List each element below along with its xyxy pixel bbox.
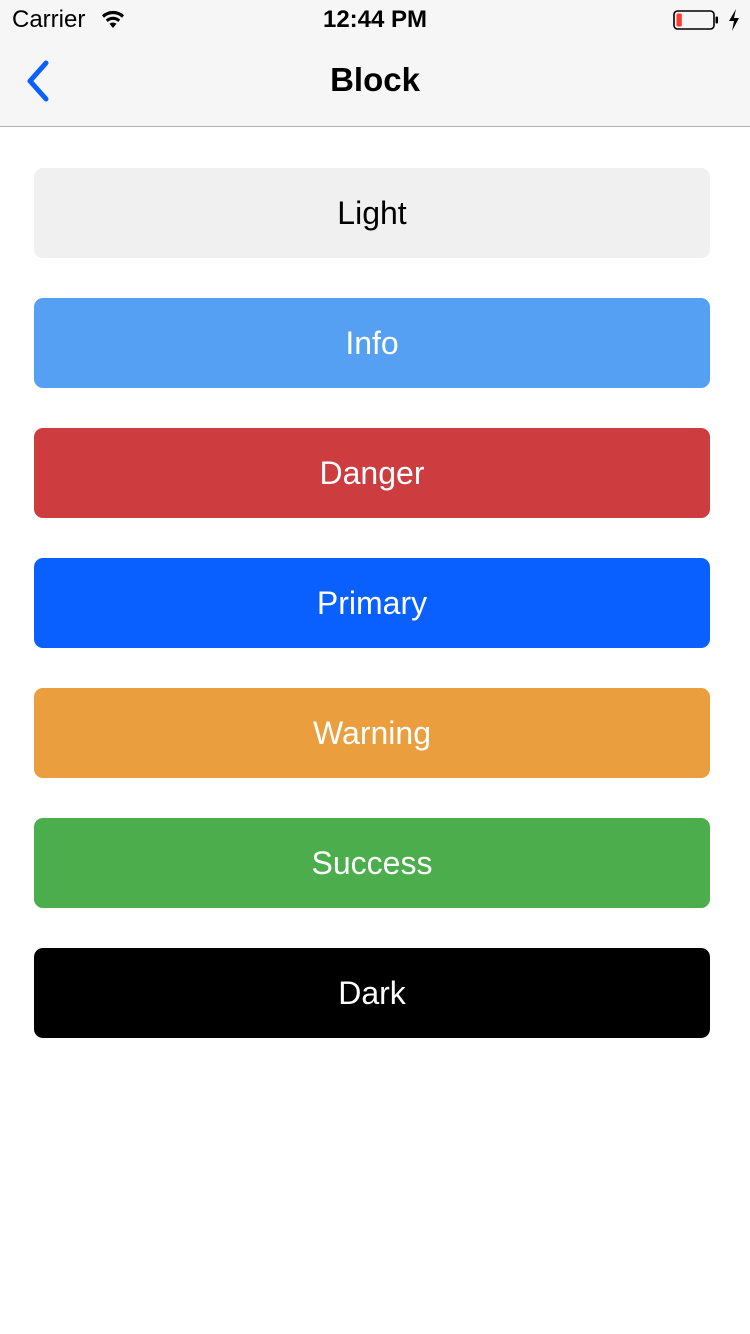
success-button[interactable]: Success	[34, 818, 710, 908]
info-button[interactable]: Info	[34, 298, 710, 388]
navigation-bar: Block	[0, 40, 750, 127]
danger-button[interactable]: Danger	[34, 428, 710, 518]
screen: Carrier 12:44 PM Block Light Info Danger…	[0, 0, 750, 1334]
warning-button[interactable]: Warning	[34, 688, 710, 778]
dark-button[interactable]: Dark	[34, 948, 710, 1038]
button-label: Danger	[319, 454, 425, 491]
charging-bolt-icon	[729, 9, 739, 31]
status-bar: Carrier 12:44 PM	[0, 0, 750, 40]
top-bar: Carrier 12:44 PM Block	[0, 0, 750, 127]
button-label: Light	[337, 194, 407, 231]
button-label: Warning	[313, 714, 431, 751]
page-title: Block	[330, 61, 420, 98]
button-label: Info	[345, 324, 399, 361]
status-time: 12:44 PM	[322, 6, 428, 33]
button-label: Primary	[316, 584, 428, 621]
battery-low-icon	[673, 10, 718, 30]
button-label: Dark	[338, 974, 406, 1011]
light-button[interactable]: Light	[34, 168, 710, 258]
button-label: Success	[311, 844, 433, 881]
primary-button[interactable]: Primary	[34, 558, 710, 648]
button-list: Light Info Danger Primary Warning Succes…	[34, 168, 710, 1078]
